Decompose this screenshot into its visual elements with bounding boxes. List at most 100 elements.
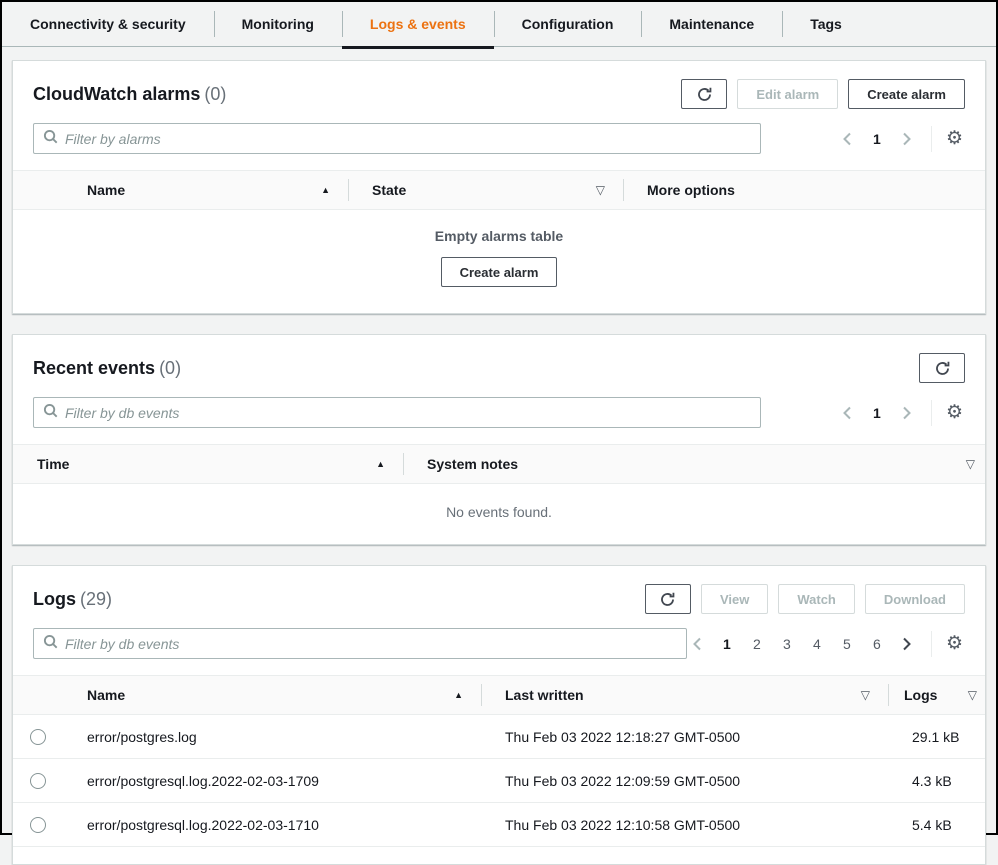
logs-prev-page-icon[interactable] [687,632,709,656]
events-col-system-notes[interactable]: System notes ▽ [403,445,985,483]
logs-col-logs[interactable]: Logs ▽ [888,676,985,714]
tab-label: Configuration [522,16,614,32]
log-row-radio[interactable] [30,773,46,789]
edit-alarm-button[interactable]: Edit alarm [737,79,838,109]
refresh-icon [934,360,951,377]
table-row[interactable]: error/postgresql.log.2022-02-03-1709 Thu… [13,759,985,803]
tab-configuration[interactable]: Configuration [494,2,642,46]
events-col-time[interactable]: Time ▲ [13,445,403,483]
events-filter-input[interactable] [65,405,751,421]
column-label: Time [37,456,69,472]
row-select [13,773,63,789]
logs-col-last-written[interactable]: Last written ▽ [481,676,888,714]
events-table-header: Time ▲ System notes ▽ [13,444,985,484]
column-label: State [372,182,406,198]
log-row-radio[interactable] [30,817,46,833]
alarms-filter-row: 1 ⚙ [13,115,985,170]
logs-next-page-icon[interactable] [895,632,917,656]
alarms-page-1[interactable]: 1 [865,127,889,151]
logs-table-header: Name ▲ Last written ▽ Logs ▽ [13,675,985,715]
events-title-text: Recent events [33,358,155,378]
tab-tags[interactable]: Tags [782,2,870,46]
logs-page-6[interactable]: 6 [865,632,889,656]
events-empty-text: No events found. [13,484,985,544]
tab-monitoring[interactable]: Monitoring [214,2,342,46]
log-size-cell: 5.4 kB [888,803,985,846]
logs-filter-box [33,628,687,659]
logs-panel: Logs(29) View Watch Download 1 2 3 4 [12,565,986,865]
log-last-written-cell: Thu Feb 03 2022 12:18:27 GMT-0500 [481,715,888,758]
alarms-prev-page-icon[interactable] [837,127,859,151]
log-last-written-cell: Thu Feb 03 2022 12:09:59 GMT-0500 [481,759,888,802]
filter-dropdown-icon[interactable]: ▽ [596,183,605,197]
logs-title-text: Logs [33,589,76,609]
logs-title: Logs(29) [33,589,112,610]
events-header: Recent events(0) [13,335,985,389]
alarms-title: CloudWatch alarms(0) [33,84,226,105]
column-label: Name [87,182,125,198]
filter-dropdown-icon[interactable]: ▽ [968,688,977,702]
alarms-empty-title: Empty alarms table [13,228,985,244]
logs-settings-gear-icon[interactable]: ⚙ [944,634,965,653]
logs-actions: View Watch Download [645,584,965,614]
events-refresh-button[interactable] [919,353,965,383]
events-next-page-icon[interactable] [895,401,917,425]
refresh-icon [696,86,713,103]
log-name-cell: error/postgresql.log.2022-02-03-1709 [63,759,481,802]
log-row-radio[interactable] [30,729,46,745]
table-row[interactable]: error/postgres.log Thu Feb 03 2022 12:18… [13,715,985,759]
logs-page-4[interactable]: 4 [805,632,829,656]
sort-asc-icon: ▲ [454,690,463,700]
alarms-settings-gear-icon[interactable]: ⚙ [944,129,965,148]
alarms-pagination: 1 ⚙ [837,126,965,152]
logs-col-name[interactable]: Name ▲ [63,676,481,714]
filter-dropdown-icon[interactable]: ▽ [966,457,975,471]
events-actions [919,353,965,383]
logs-filter-input[interactable] [65,636,677,652]
search-icon [43,129,58,149]
events-prev-page-icon[interactable] [837,401,859,425]
events-settings-gear-icon[interactable]: ⚙ [944,403,965,422]
alarms-col-state[interactable]: State ▽ [348,171,623,209]
tab-label: Connectivity & security [30,16,186,32]
create-alarm-button[interactable]: Create alarm [848,79,965,109]
tab-logs-events[interactable]: Logs & events [342,2,494,46]
download-log-button[interactable]: Download [865,584,965,614]
watch-log-button[interactable]: Watch [778,584,855,614]
recent-events-panel: Recent events(0) 1 ⚙ Time ▲ [12,334,986,545]
log-size-cell: 4.3 kB [888,759,985,802]
alarms-table-header: Name ▲ State ▽ More options [13,170,985,210]
tab-maintenance[interactable]: Maintenance [641,2,782,46]
alarms-empty-state: Empty alarms table Create alarm [13,210,985,313]
alarms-col-name[interactable]: Name ▲ [63,171,348,209]
logs-count: (29) [76,589,112,609]
column-label: System notes [427,456,518,472]
tab-connectivity-security[interactable]: Connectivity & security [2,2,214,46]
logs-page-5[interactable]: 5 [835,632,859,656]
column-label: Last written [505,687,584,703]
table-row[interactable]: error/postgresql.log.2022-02-03-1710 Thu… [13,803,985,847]
view-log-button[interactable]: View [701,584,768,614]
filter-dropdown-icon[interactable]: ▽ [861,688,870,702]
pager-divider [931,631,932,657]
logs-refresh-button[interactable] [645,584,691,614]
events-count: (0) [155,358,181,378]
logs-page-1[interactable]: 1 [715,632,739,656]
alarms-filter-input[interactable] [65,131,751,147]
log-name-cell: error/postgresql.log.2022-02-03-1710 [63,803,481,846]
events-page-1[interactable]: 1 [865,401,889,425]
pager-divider [931,126,932,152]
sort-asc-icon: ▲ [321,185,330,195]
alarms-header: CloudWatch alarms(0) Edit alarm Create a… [13,61,985,115]
rds-logs-events-page: { "tabs": [ { "label": "Connectivity & s… [0,0,998,835]
refresh-icon [659,591,676,608]
log-name-cell: error/postgres.log [63,715,481,758]
alarms-refresh-button[interactable] [681,79,727,109]
alarms-next-page-icon[interactable] [895,127,917,151]
alarms-col-more-options: More options [623,171,985,209]
column-label: Logs [904,687,937,703]
logs-page-3[interactable]: 3 [775,632,799,656]
empty-create-alarm-button[interactable]: Create alarm [441,257,558,287]
logs-page-2[interactable]: 2 [745,632,769,656]
events-title: Recent events(0) [33,358,181,379]
